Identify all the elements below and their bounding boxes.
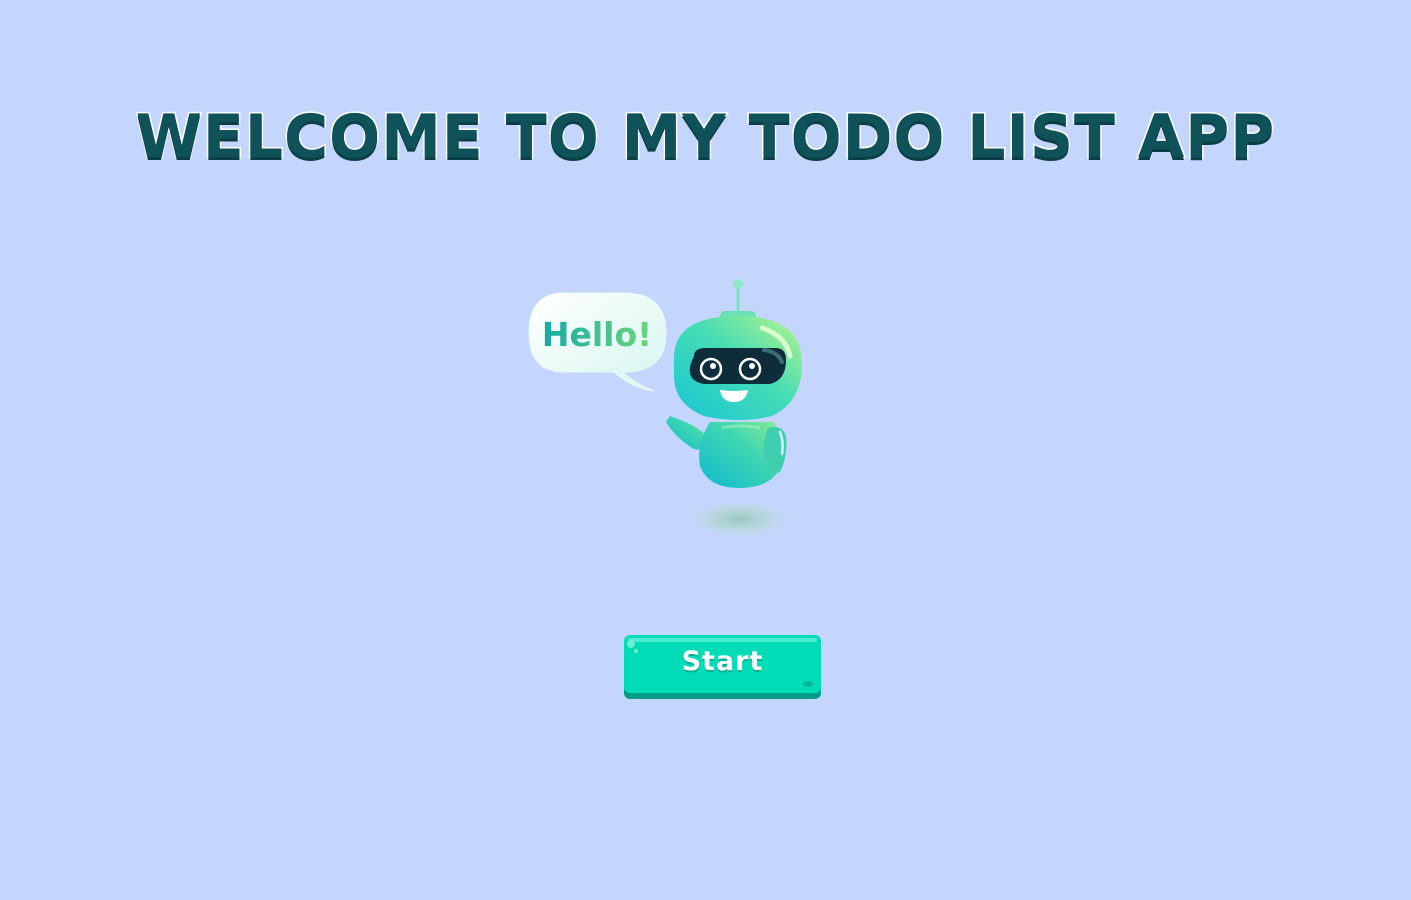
- speech-bubble: Hello!: [528, 292, 667, 392]
- robot-icon: Hello!: [528, 279, 802, 539]
- welcome-page: WELCOME TO MY TODO LIST APP Hello! Start: [0, 0, 1411, 900]
- start-button-label: Start: [681, 646, 764, 677]
- robot-mascot: Hello!: [524, 276, 814, 546]
- start-button[interactable]: Start: [624, 635, 821, 699]
- speech-bubble-text: Hello!: [542, 315, 652, 354]
- page-title: WELCOME TO MY TODO LIST APP: [134, 101, 1276, 174]
